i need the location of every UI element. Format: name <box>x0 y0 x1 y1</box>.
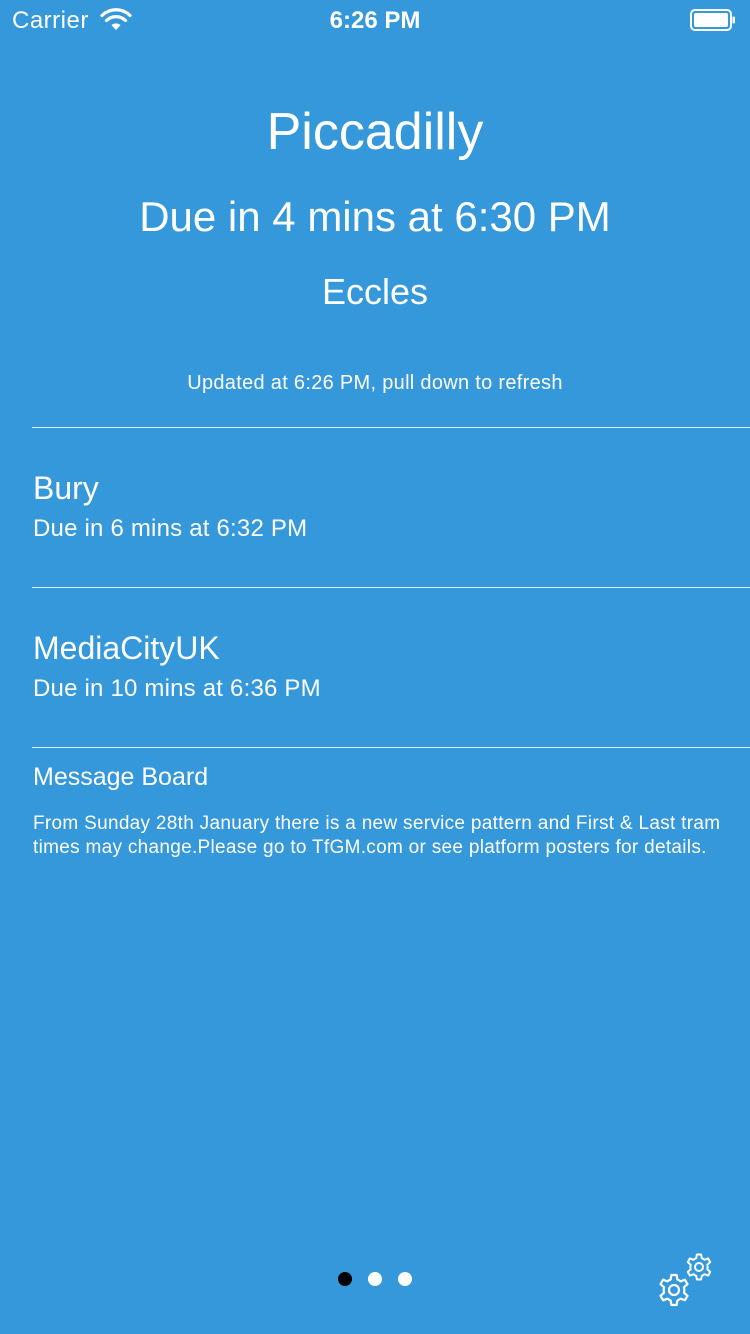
next-tram-destination: Eccles <box>321 271 429 312</box>
updated-status: Updated at 6:26 PM, pull down to refresh <box>187 372 563 394</box>
divider <box>32 427 750 428</box>
tram-due-time: Due in 6 mins at 6:32 PM <box>33 515 308 542</box>
tram-list-item[interactable]: MediaCityUK Due in 10 mins at 6:36 PM <box>33 627 750 747</box>
gear-icon[interactable] <box>652 1246 718 1312</box>
tram-destination: MediaCityUK <box>33 630 220 666</box>
message-board-body: From Sunday 28th January there is a new … <box>33 813 721 858</box>
status-time: 6:26 PM <box>329 7 421 34</box>
message-board-title: Message Board <box>33 763 209 791</box>
next-tram-due: Due in 4 mins at 6:30 PM <box>139 193 611 240</box>
page-dot[interactable] <box>398 1272 412 1286</box>
battery-icon <box>690 9 735 31</box>
tram-destination: Bury <box>33 470 99 506</box>
divider <box>32 747 750 748</box>
status-bar: Carrier 6:26 PM <box>0 0 750 40</box>
page-dot-active[interactable] <box>338 1272 352 1286</box>
divider <box>32 587 750 588</box>
tram-due-time: Due in 10 mins at 6:36 PM <box>33 675 321 702</box>
page-control[interactable] <box>0 1272 750 1290</box>
page-dot[interactable] <box>368 1272 382 1286</box>
tram-list-item[interactable]: Bury Due in 6 mins at 6:32 PM <box>33 467 750 587</box>
station-name: Piccadilly <box>266 103 484 161</box>
